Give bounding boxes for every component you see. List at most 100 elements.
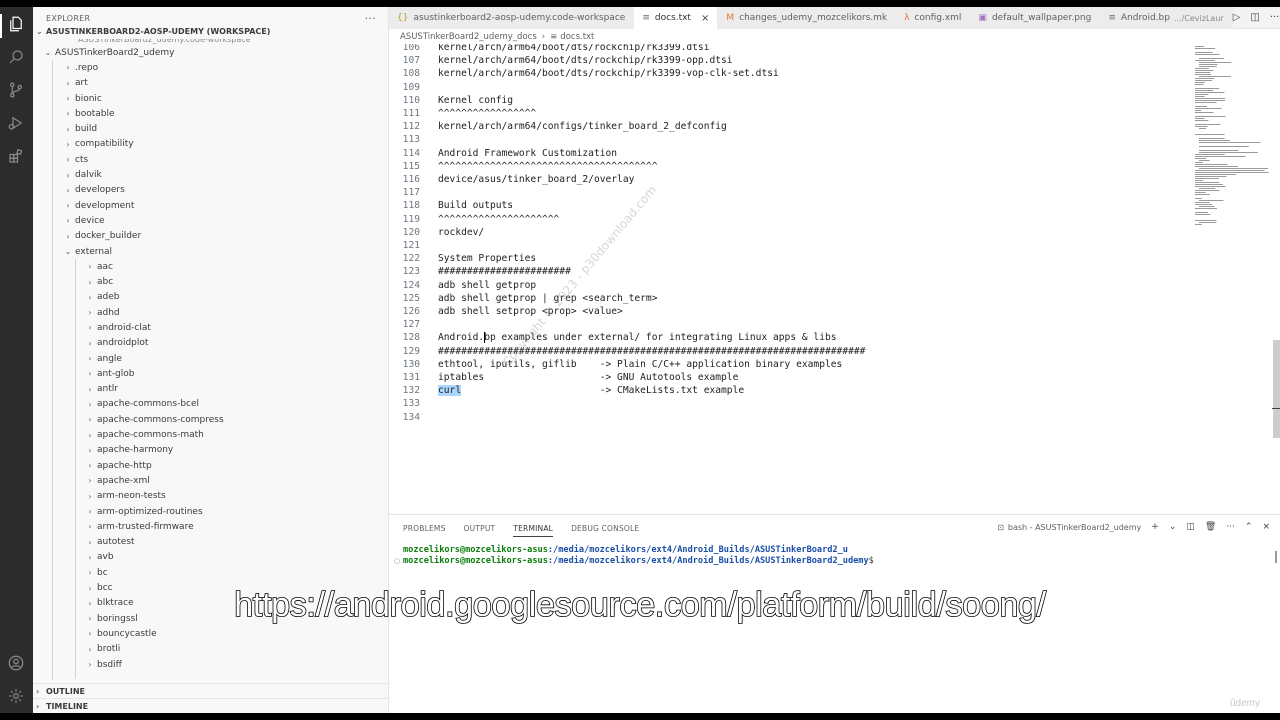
split-editor-icon[interactable]: ◫ <box>1250 12 1259 23</box>
editor-scrollbar-thumb[interactable] <box>1273 340 1280 438</box>
workspace-section-header[interactable]: ⌄ ASUSTINKERBOARD2-AOSP-UDEMY (WORKSPACE… <box>33 24 388 39</box>
chevron-right-icon: › <box>66 185 70 195</box>
tree-item[interactable]: › apache-commons-bcel <box>33 397 388 412</box>
tree-item[interactable]: › apache-http <box>33 458 388 473</box>
line-number: 106 <box>402 44 420 53</box>
tree-item[interactable]: › art <box>33 76 388 91</box>
chevron-right-icon: › <box>88 522 92 532</box>
tree-item[interactable]: › androidplot <box>33 336 388 351</box>
tree-item[interactable]: › abc <box>33 274 388 289</box>
tree-item[interactable]: › bootable <box>33 106 388 121</box>
line-number: 112 <box>402 121 420 133</box>
tree-item[interactable]: › build <box>33 121 388 136</box>
extensions-icon[interactable] <box>6 146 26 166</box>
tab-label: Android.bp <box>1120 13 1170 23</box>
settings-gear-icon[interactable] <box>6 686 26 706</box>
tree-item[interactable]: › apache-xml <box>33 473 388 488</box>
split-terminal-icon[interactable]: ◫ <box>1186 522 1195 532</box>
tree-item[interactable]: › bionic <box>33 91 388 106</box>
tree-item[interactable]: › arm-optimized-routines <box>33 504 388 519</box>
tree-item[interactable]: › aac <box>33 259 388 274</box>
tab-android-bp[interactable]: ≡ Android.bp .../CevizLaur <box>1100 7 1233 29</box>
search-icon[interactable] <box>6 47 26 67</box>
tree-item[interactable]: › compatibility <box>33 137 388 152</box>
tree-item-label: compatibility <box>75 139 134 150</box>
tree-item[interactable]: ⌄ external <box>33 244 388 259</box>
tab-docs-txt[interactable]: ≡ docs.txt × <box>634 7 719 29</box>
tree-item[interactable]: › antlr <box>33 382 388 397</box>
tree-item-label: bionic <box>75 93 102 104</box>
source-control-icon[interactable] <box>6 80 26 100</box>
run-debug-icon[interactable] <box>6 113 26 133</box>
minimap-line <box>1195 74 1211 75</box>
tab-default-wallpaper-png[interactable]: ▣ default_wallpaper.png <box>970 7 1101 29</box>
line-text: kernel/arch/arm64/configs/tinker_board_2… <box>438 121 727 133</box>
breadcrumb-folder[interactable]: ASUSTinkerBoard2_udemy_docs <box>400 32 537 42</box>
tab-label: changes_udemy_mozcelikors.mk <box>739 13 888 23</box>
maximize-panel-icon[interactable]: ⌃ <box>1245 522 1253 532</box>
tree-item[interactable]: › adhd <box>33 305 388 320</box>
tree-item[interactable]: › .repo <box>33 60 388 75</box>
panel-more-icon[interactable]: ··· <box>1226 522 1235 532</box>
tree-item[interactable]: › avb <box>33 550 388 565</box>
line-number: 118 <box>402 200 420 212</box>
minimap-line <box>1195 102 1217 103</box>
tree-item[interactable]: › arm-trusted-firmware <box>33 519 388 534</box>
minimap-line <box>1199 64 1218 65</box>
trash-icon[interactable]: 🗑 <box>1205 522 1216 532</box>
terminal-selector[interactable]: ⊡ bash - ASUSTinkerBoard2_udemy <box>997 523 1141 532</box>
panel-tab-terminal[interactable]: TERMINAL <box>513 524 554 537</box>
terminal-scrollbar[interactable] <box>1275 551 1277 563</box>
panel-tab-output[interactable]: OUTPUT <box>464 524 496 533</box>
prompt-user: mozcelikors@mozcelikors-asus <box>403 545 548 555</box>
new-terminal-plus-icon[interactable]: + <box>1151 522 1159 532</box>
tree-item[interactable]: › arm-neon-tests <box>33 489 388 504</box>
tree-item[interactable]: › apache-commons-compress <box>33 412 388 427</box>
outline-section-header[interactable]: › OUTLINE <box>33 683 388 698</box>
close-panel-icon[interactable]: × <box>1262 522 1270 532</box>
code-line: 134 <box>389 411 1189 424</box>
tab-changes-udemy-mozcelikors-mk[interactable]: Mchanges_udemy_mozcelikors.mk <box>718 7 897 29</box>
explorer-more-icon[interactable]: ··· <box>365 12 376 25</box>
timeline-section-header[interactable]: › TIMELINE <box>33 698 388 713</box>
tree-item[interactable]: › angle <box>33 351 388 366</box>
tree-item[interactable]: › device <box>33 213 388 228</box>
line-text: curl -> CMakeLists.txt example <box>438 385 745 397</box>
breadcrumb-file[interactable]: docs.txt <box>560 32 594 42</box>
tree-item[interactable]: › development <box>33 198 388 213</box>
chevron-right-icon: › <box>88 277 92 287</box>
chevron-down-icon[interactable]: ⌄ <box>1169 522 1177 532</box>
tree-item[interactable]: › bc <box>33 565 388 580</box>
close-icon[interactable]: × <box>701 13 709 24</box>
tree-item[interactable]: ⌄ ASUSTinkerBoard2_udemy <box>33 45 388 60</box>
tab-asustinkerboard2-aosp-udemy-code-workspace[interactable]: {} asustinkerboard2-aosp-udemy.code-works… <box>389 7 635 29</box>
code-editor[interactable]: 106 kernel/arch/arm64/boot/dts/rockchip/r… <box>389 44 1280 514</box>
tab-config-xml[interactable]: λ config.xml <box>896 7 971 29</box>
minimap-line <box>1195 186 1226 187</box>
tree-item[interactable]: › bsdiff <box>33 657 388 672</box>
tree-item[interactable]: › android-clat <box>33 320 388 335</box>
chevron-right-icon: › <box>66 94 70 104</box>
minimap[interactable] <box>1193 44 1273 234</box>
tree-item[interactable]: › ant-glob <box>33 366 388 381</box>
tree-item[interactable]: › adeb <box>33 290 388 305</box>
panel-tab-debug-console[interactable]: DEBUG CONSOLE <box>571 524 639 533</box>
minimap-line <box>1195 198 1202 199</box>
line-number: 120 <box>402 226 420 238</box>
more-actions-icon[interactable]: ··· <box>1270 12 1280 23</box>
tree-item[interactable]: › brotli <box>33 642 388 657</box>
tree-item[interactable]: › dalvik <box>33 167 388 182</box>
account-icon[interactable] <box>6 653 26 673</box>
tree-item[interactable]: › apache-commons-math <box>33 427 388 442</box>
tree-item[interactable]: › developers <box>33 183 388 198</box>
explorer-files-icon[interactable] <box>6 14 26 34</box>
tree-item[interactable]: › cts <box>33 152 388 167</box>
tree-item[interactable]: › autotest <box>33 535 388 550</box>
minimap-line <box>1199 142 1261 143</box>
panel-tab-problems[interactable]: PROBLEMS <box>403 524 446 533</box>
run-icon[interactable]: ▷ <box>1233 12 1241 23</box>
tree-item[interactable]: › apache-harmony <box>33 443 388 458</box>
tree-item[interactable]: › docker_builder <box>33 229 388 244</box>
code-line: 111 ^^^^^^^^^^^^^^^^^ <box>389 107 1189 120</box>
line-number: 114 <box>402 147 420 159</box>
